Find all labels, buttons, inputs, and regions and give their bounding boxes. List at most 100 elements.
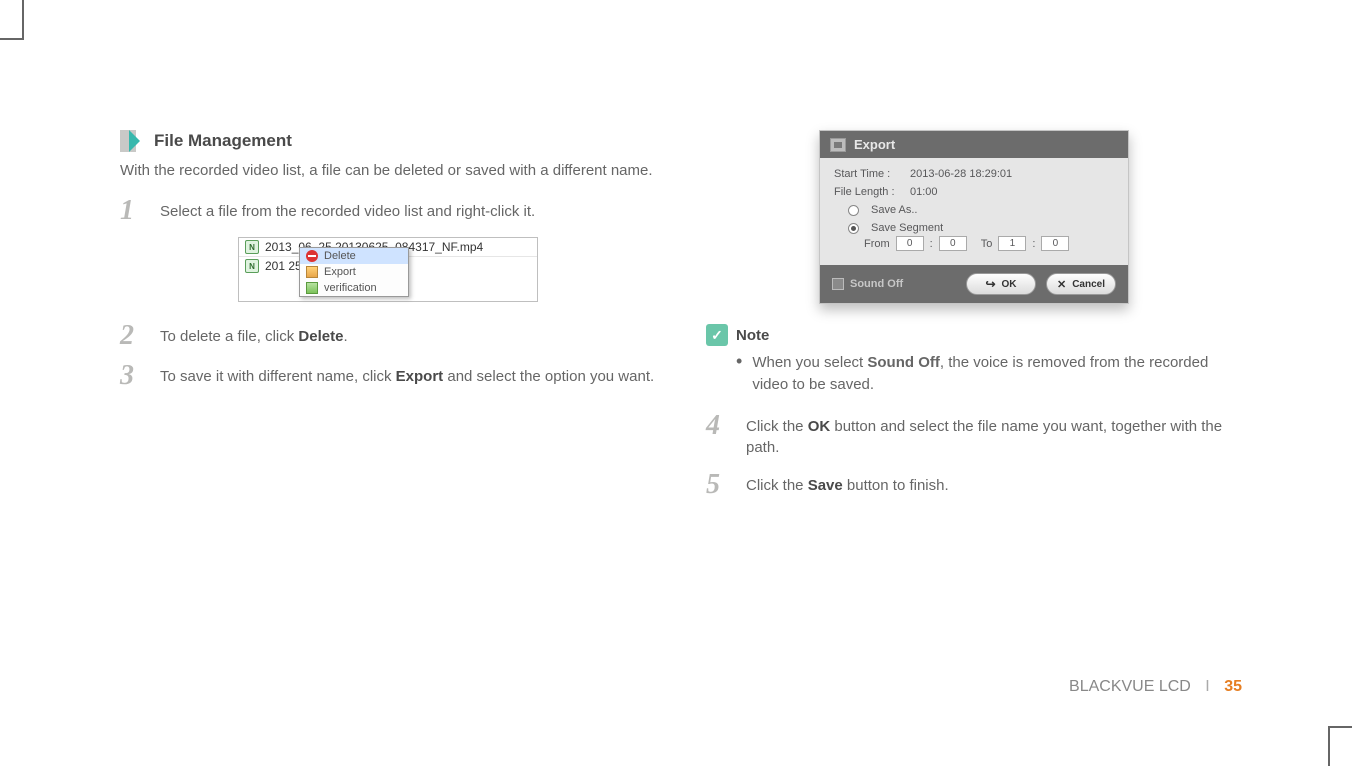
section-title: File Management	[154, 131, 292, 151]
footer-separator: I	[1205, 678, 1209, 695]
from-min-input[interactable]: 0	[896, 236, 924, 251]
radio-icon	[848, 205, 859, 216]
columns: File Management With the recorded video …	[120, 130, 1242, 511]
save-segment-label: Save Segment	[871, 222, 943, 234]
ok-label: OK	[1002, 279, 1017, 290]
ok-button[interactable]: ↪ OK	[966, 273, 1036, 295]
check-icon	[706, 324, 728, 346]
file-list-panel: 2013_06_25 20130625_084317_NF.mp4 201 25…	[238, 237, 538, 302]
dialog-footer: Sound Off ↪ OK ✕ Cancel	[820, 265, 1128, 303]
from-label: From	[864, 238, 890, 250]
file-length-row: File Length : 01:00	[834, 186, 1114, 198]
step-number: 5	[706, 471, 730, 499]
step-text: To save it with different name, click Ex…	[160, 362, 654, 388]
colon: :	[930, 238, 933, 250]
step-text: Select a file from the recorded video li…	[160, 197, 535, 223]
save-as-label: Save As..	[871, 204, 917, 216]
menu-item-delete[interactable]: Delete	[300, 248, 408, 264]
file-length-label: File Length :	[834, 186, 904, 198]
step-text-pre: Click the	[746, 418, 808, 435]
from-sec-input[interactable]: 0	[939, 236, 967, 251]
cancel-button[interactable]: ✕ Cancel	[1046, 273, 1116, 295]
delete-icon	[306, 250, 318, 262]
step-number: 4	[706, 412, 730, 440]
step-text-pre: To delete a file, click	[160, 328, 298, 345]
step-text-bold: Delete	[298, 328, 343, 345]
to-sec-input[interactable]: 0	[1041, 236, 1069, 251]
right-column: Export Start Time : 2013-06-28 18:29:01 …	[706, 130, 1242, 511]
step-text: To delete a file, click Delete.	[160, 322, 348, 348]
step-text-pre: To save it with different name, click	[160, 368, 396, 385]
start-time-row: Start Time : 2013-06-28 18:29:01	[834, 168, 1114, 180]
export-dialog-figure: Export Start Time : 2013-06-28 18:29:01 …	[706, 130, 1242, 304]
sound-off-checkbox[interactable]: Sound Off	[832, 278, 903, 290]
note-header: Note	[706, 324, 1242, 346]
crop-mark	[0, 38, 22, 40]
colon: :	[1032, 238, 1035, 250]
export-dialog: Export Start Time : 2013-06-28 18:29:01 …	[819, 130, 1129, 304]
file-icon	[245, 259, 259, 273]
left-column: File Management With the recorded video …	[120, 130, 656, 511]
checkbox-icon	[832, 278, 844, 290]
dialog-titlebar: Export	[820, 131, 1128, 158]
step-text-post: and select the option you want.	[443, 368, 654, 385]
start-time-label: Start Time :	[834, 168, 904, 180]
note-text-pre: When you select	[752, 354, 867, 371]
step-number: 1	[120, 197, 144, 225]
note-text: When you select Sound Off, the voice is …	[752, 352, 1242, 396]
step-3: 3 To save it with different name, click …	[120, 362, 656, 390]
step-number: 2	[120, 322, 144, 350]
to-label: To	[981, 238, 993, 250]
export-title-icon	[830, 138, 846, 152]
crop-mark	[1328, 726, 1330, 766]
verification-icon	[306, 282, 318, 294]
ok-arrow-icon: ↪	[985, 278, 995, 290]
context-menu-figure: 2013_06_25 20130625_084317_NF.mp4 201 25…	[120, 237, 656, 302]
section-intro: With the recorded video list, a file can…	[120, 162, 656, 179]
step-text-bold: Save	[808, 477, 843, 494]
page-footer: BLACKVUE LCD I 35	[1069, 678, 1242, 696]
step-5: 5 Click the Save button to finish.	[706, 471, 1242, 499]
start-time-value: 2013-06-28 18:29:01	[910, 168, 1012, 180]
page-number: 35	[1224, 678, 1242, 695]
step-1: 1 Select a file from the recorded video …	[120, 197, 656, 225]
to-min-input[interactable]: 1	[998, 236, 1026, 251]
menu-item-verification[interactable]: verification	[300, 280, 408, 296]
step-text-bold: Export	[396, 368, 444, 385]
section-header: File Management	[120, 130, 656, 152]
step-text-post: button to finish.	[843, 477, 949, 494]
file-icon	[245, 240, 259, 254]
file-length-value: 01:00	[910, 186, 938, 198]
step-text: Click the OK button and select the file …	[746, 412, 1242, 460]
radio-icon	[848, 223, 859, 234]
note-title: Note	[736, 327, 769, 344]
export-icon	[306, 266, 318, 278]
step-text-post: .	[343, 328, 347, 345]
context-menu: Delete Export verification	[299, 247, 409, 297]
step-4: 4 Click the OK button and select the fil…	[706, 412, 1242, 460]
step-2: 2 To delete a file, click Delete.	[120, 322, 656, 350]
dialog-buttons: ↪ OK ✕ Cancel	[966, 273, 1116, 295]
menu-item-label: verification	[324, 282, 377, 294]
menu-item-label: Delete	[324, 250, 356, 262]
save-segment-option[interactable]: Save Segment	[848, 222, 1114, 234]
step-text: Click the Save button to finish.	[746, 471, 949, 497]
dialog-body: Start Time : 2013-06-28 18:29:01 File Le…	[820, 158, 1128, 265]
menu-item-export[interactable]: Export	[300, 264, 408, 280]
bullet-icon: •	[736, 352, 742, 396]
cancel-label: Cancel	[1072, 279, 1105, 290]
footer-brand: BLACKVUE LCD	[1069, 678, 1191, 695]
step-text-bold: OK	[808, 418, 831, 435]
sound-off-label: Sound Off	[850, 278, 903, 290]
step-text-pre: Click the	[746, 477, 808, 494]
menu-item-label: Export	[324, 266, 356, 278]
step-number: 3	[120, 362, 144, 390]
dialog-title: Export	[854, 137, 895, 152]
crop-mark	[1330, 726, 1352, 728]
page: File Management With the recorded video …	[0, 0, 1352, 766]
save-as-option[interactable]: Save As..	[848, 204, 1114, 216]
note-body: • When you select Sound Off, the voice i…	[736, 352, 1242, 396]
crop-mark	[22, 0, 24, 40]
segment-range-row: From 0 : 0 To 1 : 0	[864, 236, 1114, 251]
note-text-bold: Sound Off	[867, 354, 939, 371]
